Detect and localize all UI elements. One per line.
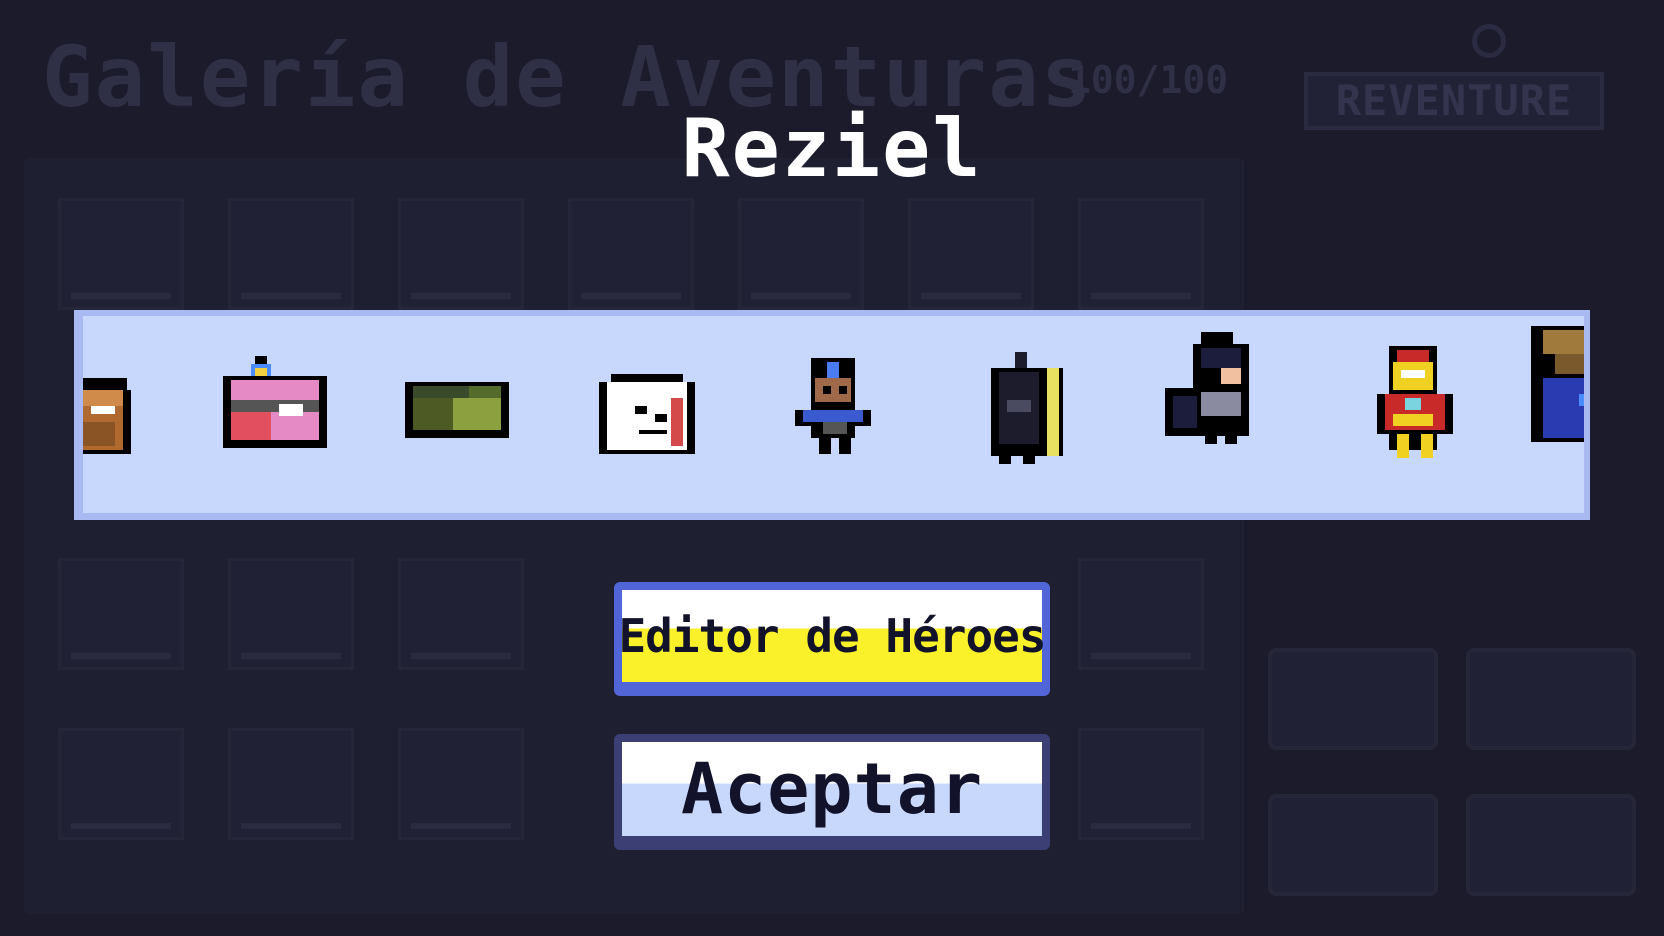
logo-sword-icon [1472, 24, 1506, 58]
ghost-hero-icon[interactable] [595, 374, 699, 462]
treasure-chest-hero-icon[interactable] [223, 356, 327, 452]
wizard-hero-icon[interactable] [1531, 326, 1584, 446]
gallery-thumbnail [1078, 728, 1204, 840]
gallery-thumbnail [398, 728, 524, 840]
hero-editor-button[interactable]: Editor de Héroes [614, 582, 1050, 696]
gallery-thumbnail [1078, 558, 1204, 670]
dark-knight-hero-icon[interactable] [1165, 332, 1257, 448]
background-button [1268, 794, 1438, 896]
green-slime-hero-icon[interactable] [405, 374, 509, 446]
gallery-thumbnail [58, 198, 184, 310]
background-button [1466, 648, 1636, 750]
background-button [1268, 648, 1438, 750]
gallery-thumbnail [228, 558, 354, 670]
gallery-thumbnail [228, 728, 354, 840]
bearded-hero-icon[interactable] [83, 378, 143, 466]
blue-haired-hero-icon[interactable] [791, 358, 875, 458]
gallery-thumbnail [908, 198, 1034, 310]
hero-carousel[interactable] [74, 310, 1590, 520]
bat-hero-icon[interactable] [983, 352, 1063, 468]
hero-name-title: Reziel [681, 102, 983, 195]
gallery-thumbnail [58, 558, 184, 670]
gallery-thumbnail [738, 198, 864, 310]
gallery-thumbnail [1078, 198, 1204, 310]
gallery-thumbnail [58, 728, 184, 840]
accept-button-label: Aceptar [680, 748, 983, 830]
gallery-counter: 100/100 [1068, 58, 1229, 102]
gallery-thumbnail [398, 558, 524, 670]
accept-button[interactable]: Aceptar [614, 734, 1050, 850]
gallery-thumbnail [568, 198, 694, 310]
background-button [1466, 794, 1636, 896]
hero-editor-button-label: Editor de Héroes [618, 609, 1046, 663]
gallery-thumbnail [228, 198, 354, 310]
gallery-thumbnail [398, 198, 524, 310]
iron-hero-icon[interactable] [1377, 346, 1453, 462]
